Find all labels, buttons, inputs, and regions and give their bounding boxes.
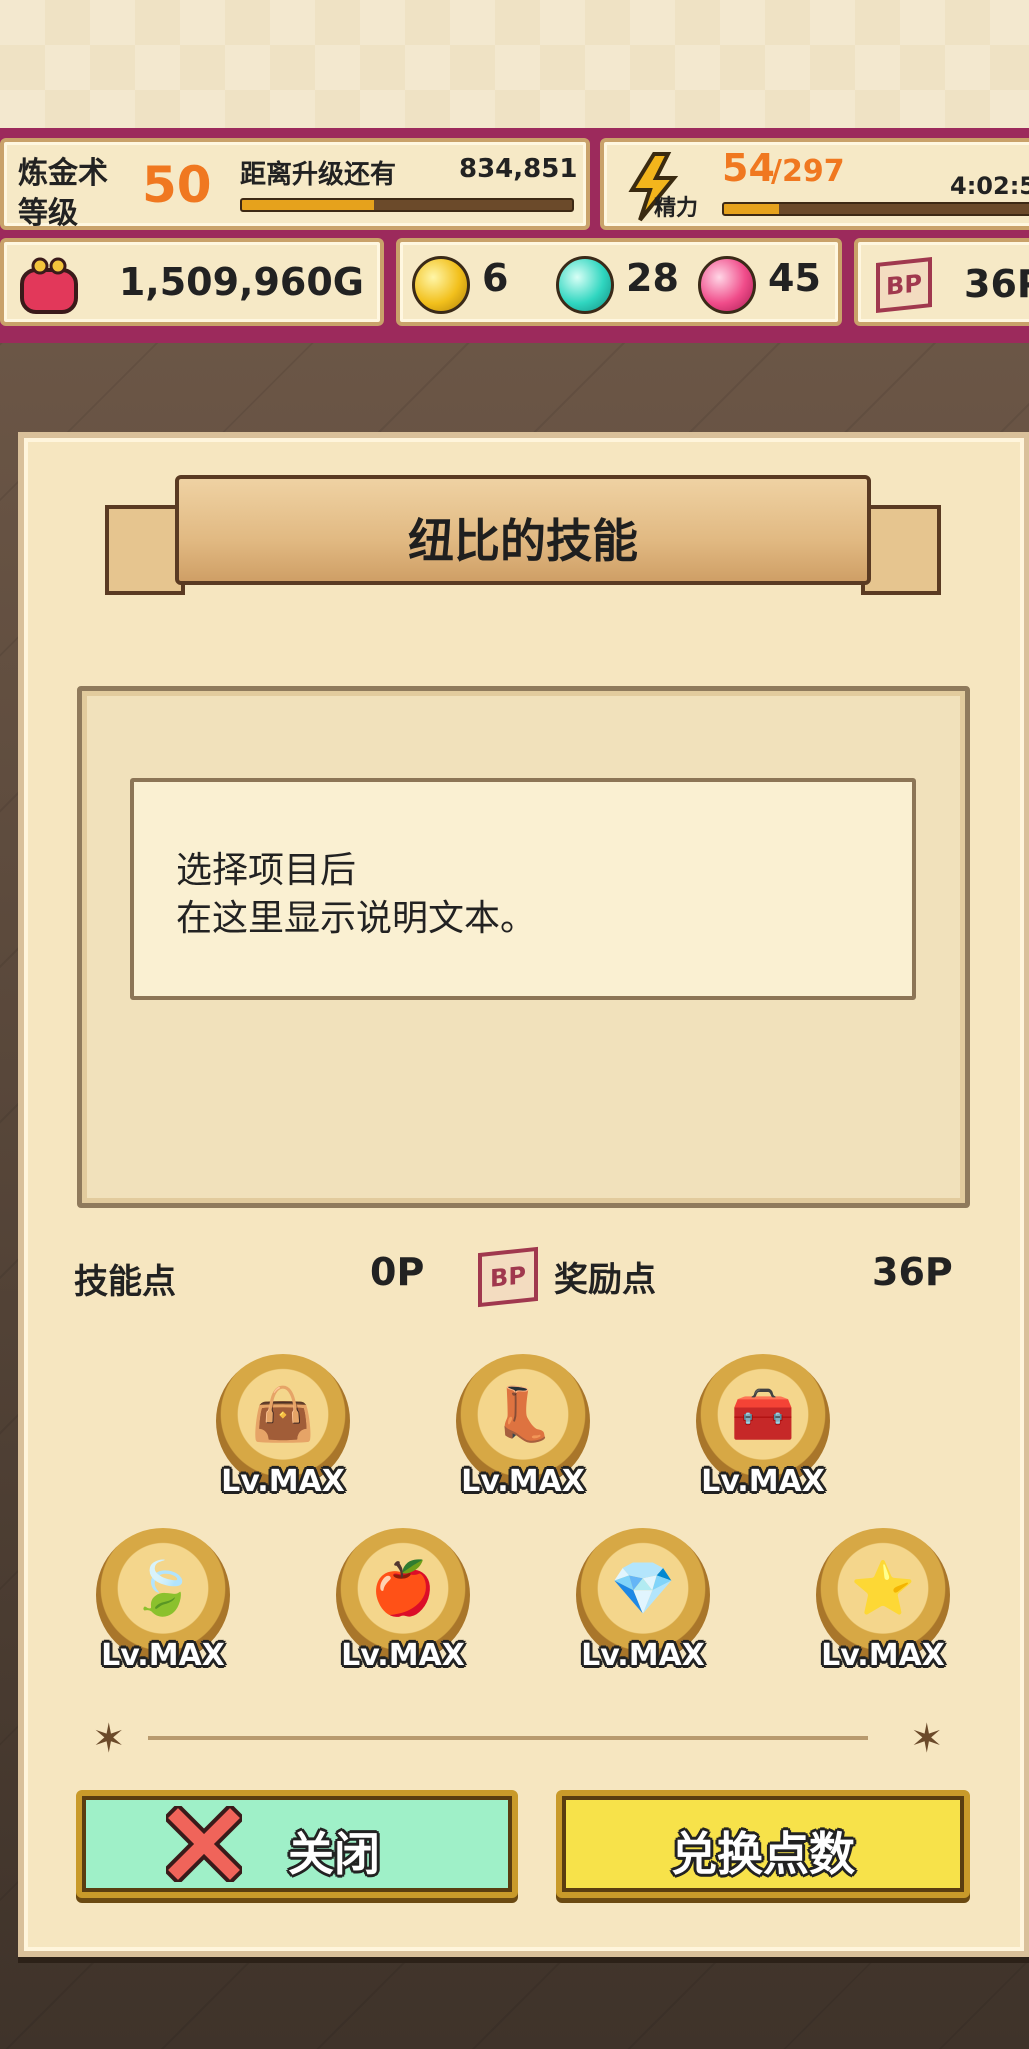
orbs-panel: 6 28 45 [396, 238, 842, 326]
skill-points-value: 0P [370, 1250, 425, 1294]
skill-slot-fruit[interactable]: 🍎 Lv.MAX [336, 1528, 470, 1673]
pink-orb-count: 45 [768, 256, 821, 300]
divider-star-right-icon: ✶ [910, 1716, 944, 1762]
bp-icon: BP [876, 257, 932, 313]
red-fruit-icon: 🍎 [370, 1559, 436, 1619]
exchange-button-label: 兑换点数 [671, 1827, 855, 1881]
bp-value: 36P [964, 262, 1029, 306]
description-note: 选择项目后 在这里显示说明文本。 [130, 778, 916, 1000]
stamina-max: /297 [771, 154, 845, 189]
leaf-icon: 🍃 [130, 1559, 196, 1619]
dialog-title: 纽比的技能 [408, 514, 638, 568]
treasure-chest-icon: 🧰 [730, 1385, 796, 1445]
stamina-panel: 精力 54 /297 4:02:59 [600, 138, 1029, 230]
stamina-current: 54 [722, 146, 775, 190]
bag-icon: 👜 [250, 1385, 316, 1445]
stamina-timer: 4:02:59 [950, 172, 1029, 200]
skill-level: Lv.MAX [701, 1464, 825, 1499]
description-line-2: 在这里显示说明文本。 [176, 898, 537, 939]
next-level-label: 距离升级还有 [240, 160, 397, 190]
close-button-label: 关闭 [288, 1827, 380, 1881]
star-icon: ⭐ [850, 1559, 916, 1619]
pink-orb-icon [698, 256, 756, 314]
cyan-orb-count: 28 [626, 256, 679, 300]
cyan-orb-icon [556, 256, 614, 314]
title-banner: 纽比的技能 [105, 465, 941, 605]
alchemy-level-label: 炼金术 [18, 156, 108, 191]
close-button[interactable]: 关闭 [76, 1790, 518, 1898]
skill-level: Lv.MAX [101, 1638, 225, 1673]
skill-points-label: 技能点 [74, 1262, 176, 1302]
skill-slot-boots[interactable]: 👢 Lv.MAX [456, 1354, 590, 1499]
stamina-label: 精力 [654, 196, 699, 221]
stamina-progress-fill [724, 204, 780, 214]
skill-slot-star[interactable]: ⭐ Lv.MAX [816, 1528, 950, 1673]
divider-star-left-icon: ✶ [92, 1716, 126, 1762]
skill-slot-bag[interactable]: 👜 Lv.MAX [216, 1354, 350, 1499]
skill-slot-ore[interactable]: 💎 Lv.MAX [576, 1528, 710, 1673]
skill-level: Lv.MAX [821, 1638, 945, 1673]
bonus-points-label: 奖励点 [554, 1260, 656, 1300]
skill-slot-chest[interactable]: 🧰 Lv.MAX [696, 1354, 830, 1499]
skill-level: Lv.MAX [221, 1464, 345, 1499]
next-level-value: 834,851 [459, 154, 578, 184]
gold-value: 1,509,960G [118, 260, 364, 304]
purse-icon [20, 257, 78, 314]
bonus-points-value: 36P [872, 1250, 953, 1294]
description-line-1: 选择项目后 [176, 850, 357, 891]
ore-crystal-icon: 💎 [610, 1559, 676, 1619]
skill-level: Lv.MAX [461, 1464, 585, 1499]
close-icon [166, 1806, 242, 1882]
bonus-points-icon: BP [478, 1246, 538, 1308]
yellow-orb-count: 6 [482, 256, 509, 300]
skill-level: Lv.MAX [341, 1638, 465, 1673]
divider [148, 1736, 868, 1740]
skill-slot-leaf[interactable]: 🍃 Lv.MAX [96, 1528, 230, 1673]
top-background [0, 0, 1029, 135]
alchemy-level-value: 50 [142, 156, 212, 214]
boots-icon: 👢 [490, 1385, 556, 1445]
yellow-orb-icon [412, 256, 470, 314]
exchange-points-button[interactable]: 兑换点数 [556, 1790, 970, 1898]
bp-panel: BP 36P [854, 238, 1029, 326]
stamina-progress-bar [722, 202, 1029, 216]
description-text: 选择项目后 在这里显示说明文本。 [176, 847, 536, 943]
alchemy-level-label-2: 等级 [18, 196, 78, 231]
skill-level: Lv.MAX [581, 1638, 705, 1673]
exp-progress-fill [242, 200, 374, 210]
exp-progress-bar [240, 198, 574, 212]
gold-panel: 1,509,960G [0, 238, 384, 326]
alchemy-level-panel: 炼金术 等级 50 距离升级还有 834,851 [0, 138, 590, 231]
